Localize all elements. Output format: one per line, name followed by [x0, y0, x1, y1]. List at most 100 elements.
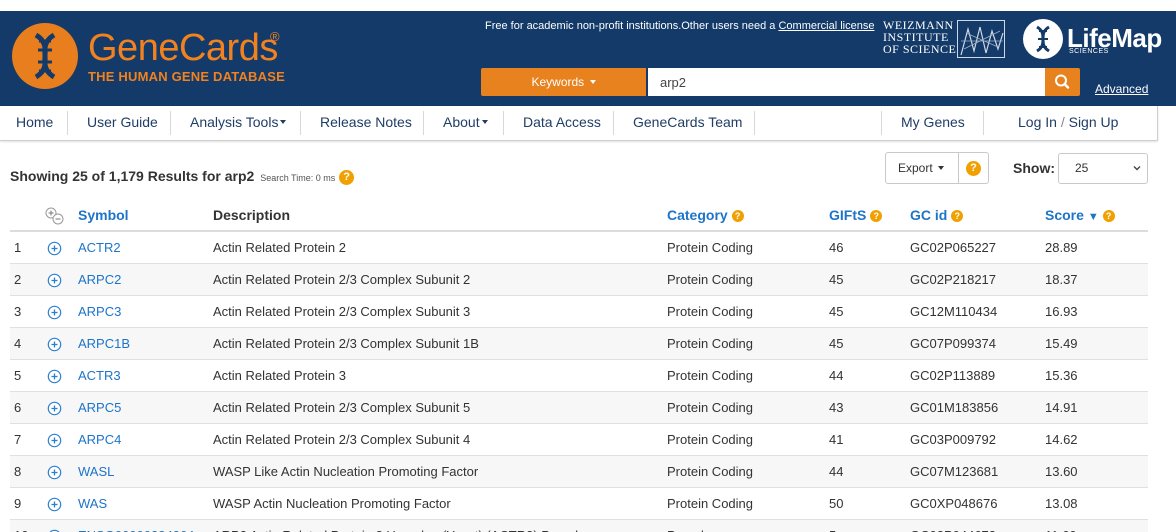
page-size-select[interactable]: 25	[1058, 153, 1148, 184]
expand-row-icon[interactable]	[47, 369, 62, 384]
gene-gcid: GC01M183856	[910, 400, 999, 415]
help-icon[interactable]: ?	[1102, 210, 1115, 223]
dna-logo-icon[interactable]	[12, 23, 78, 89]
row-number: 9	[14, 496, 22, 511]
gene-score: 13.60	[1045, 464, 1078, 479]
gene-description: Actin Related Protein 2/3 Complex Subuni…	[213, 400, 471, 415]
expand-collapse-all-icon[interactable]	[43, 206, 67, 226]
top-strip	[0, 0, 1176, 11]
gene-gcid: GC02P218217	[910, 272, 997, 287]
col-category[interactable]: Category ?	[667, 207, 744, 223]
gene-gifts: 50	[829, 496, 844, 511]
expand-row-icon[interactable]	[47, 433, 62, 448]
col-score[interactable]: Score ▼ ?	[1045, 207, 1115, 223]
nav-user-guide[interactable]: User Guide	[87, 106, 158, 139]
gene-category: Pseudogene	[667, 520, 740, 532]
nav-my-genes[interactable]: My Genes	[901, 106, 965, 139]
help-icon[interactable]: ?	[951, 210, 964, 223]
table-row: 6 ARPC5 Actin Related Protein 2/3 Complex …	[10, 392, 1148, 424]
gene-symbol-link[interactable]: ARPC2	[78, 264, 121, 295]
lifemap-dna-icon	[1023, 19, 1063, 59]
commercial-license-link[interactable]: Commercial license	[778, 20, 874, 32]
gene-gcid: GC0XP048676	[910, 496, 998, 511]
gene-symbol-link[interactable]: ACTR3	[78, 360, 121, 391]
gene-symbol-link[interactable]: WAS	[78, 488, 107, 519]
gene-gcid: GC02P113889	[910, 368, 996, 383]
help-icon[interactable]: ?	[870, 210, 883, 223]
col-description: Description	[213, 207, 291, 223]
col-gcid[interactable]: GC id ?	[910, 207, 964, 223]
expand-row-icon[interactable]	[47, 465, 62, 480]
gene-gifts: 46	[829, 240, 844, 255]
col-category-label: Category	[667, 207, 728, 223]
gene-symbol-link[interactable]: ARPC3	[78, 296, 121, 327]
nav-genecards-team[interactable]: GeneCards Team	[633, 106, 742, 139]
weizmann-logo[interactable]: WEIZMANN INSTITUTE OF SCIENCE	[883, 19, 1008, 59]
gene-gcid: GC07M123681	[910, 464, 999, 479]
gene-score: 15.36	[1045, 368, 1078, 383]
col-symbol[interactable]: Symbol	[78, 207, 129, 223]
nav-about[interactable]: About	[443, 106, 488, 139]
gene-gifts: 5	[829, 520, 836, 532]
export-help-button[interactable]: ?	[966, 160, 981, 178]
expand-row-icon[interactable]	[47, 337, 62, 352]
page: { "brand": { "title": "GeneCards", "reg_…	[0, 0, 1176, 532]
expand-row-icon[interactable]	[47, 401, 62, 416]
lifemap-logo[interactable]: LifeMap SCIENCES	[1023, 19, 1162, 61]
gene-category: Protein Coding	[667, 368, 753, 383]
gene-gifts: 45	[829, 304, 844, 319]
table-row: 1 ACTR2 Actin Related Protein 2 Protein Cod…	[10, 232, 1148, 264]
gene-symbol-link[interactable]: ARPC5	[78, 392, 121, 423]
expand-row-icon[interactable]	[47, 497, 62, 512]
sort-desc-icon: ▼	[1087, 211, 1099, 223]
gene-symbol-link[interactable]: ACTR2	[78, 232, 121, 263]
advanced-search-link[interactable]: Advanced	[1095, 82, 1148, 96]
nav-signup[interactable]: Sign Up	[1069, 114, 1119, 130]
help-icon: ?	[966, 161, 981, 177]
help-icon[interactable]: ?	[339, 169, 355, 185]
keywords-dropdown-button[interactable]: Keywords	[481, 68, 646, 96]
gene-category: Protein Coding	[667, 496, 753, 511]
help-icon[interactable]: ?	[731, 210, 744, 223]
nav-home[interactable]: Home	[16, 106, 53, 139]
row-number: 5	[14, 368, 22, 383]
nav-release-notes[interactable]: Release Notes	[320, 106, 412, 139]
export-button[interactable]: Export	[898, 153, 945, 183]
show-label: Show:	[1013, 160, 1055, 176]
weizmann-line3: OF SCIENCE	[883, 42, 957, 56]
table-row: 7 ARPC4 Actin Related Protein 2/3 Complex …	[10, 424, 1148, 456]
brand-title[interactable]: GeneCards	[88, 27, 278, 70]
gene-category: Protein Coding	[667, 272, 753, 287]
gene-symbol-link[interactable]: ENSG00000284264	[78, 520, 194, 532]
col-gifts[interactable]: GIFtS ?	[829, 207, 883, 223]
gene-category: Protein Coding	[667, 432, 753, 447]
weizmann-text: WEIZMANN INSTITUTE OF SCIENCE	[883, 19, 956, 55]
gene-symbol-link[interactable]: WASL	[78, 456, 114, 487]
row-number: 4	[14, 336, 22, 351]
gene-category: Protein Coding	[667, 304, 753, 319]
row-number: 3	[14, 304, 22, 319]
nav-analysis-tools[interactable]: Analysis Tools	[190, 106, 287, 139]
search-input[interactable]	[648, 68, 1045, 96]
nav-data-access[interactable]: Data Access	[523, 106, 601, 139]
expand-row-icon[interactable]	[47, 273, 62, 288]
lifemap-subtitle: SCIENCES	[1069, 48, 1109, 55]
expand-row-icon[interactable]	[47, 241, 62, 256]
gene-gifts: 41	[829, 432, 844, 447]
nav-auth: Log In / Sign Up	[1018, 106, 1118, 139]
col-score-label: Score	[1045, 207, 1084, 223]
expand-row-icon[interactable]	[47, 305, 62, 320]
nav-divider	[881, 111, 882, 135]
gene-symbol-link[interactable]: ARPC4	[78, 424, 121, 455]
export-divider	[958, 153, 959, 183]
gene-description: WASP Like Actin Nucleation Promoting Fac…	[213, 464, 479, 479]
search-button[interactable]	[1045, 68, 1080, 96]
gene-symbol-link[interactable]: ARPC1B	[78, 328, 130, 359]
export-control: Export ?	[885, 152, 989, 184]
nav-login[interactable]: Log In	[1018, 114, 1057, 130]
nav-auth-divider: /	[1060, 114, 1065, 130]
table-row: 4 ARPC1B Actin Related Protein 2/3 Complex…	[10, 328, 1148, 360]
gene-description: Actin Related Protein 3	[213, 368, 346, 383]
col-gifts-label: GIFtS	[829, 207, 867, 223]
gene-score: 14.62	[1045, 432, 1078, 447]
